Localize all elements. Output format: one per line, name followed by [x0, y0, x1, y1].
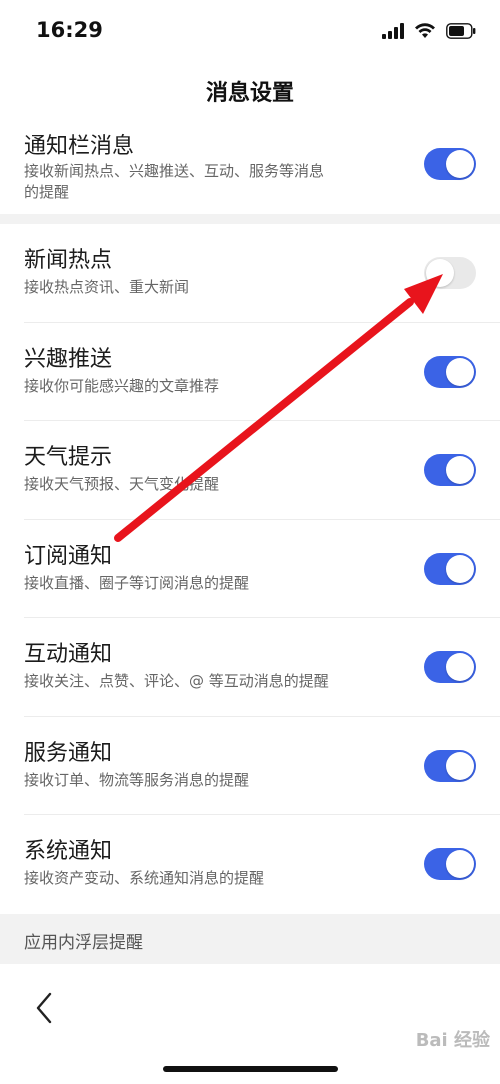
setting-desc: 接收热点资讯、重大新闻 — [24, 278, 190, 296]
setting-toggle[interactable] — [424, 749, 476, 782]
back-button[interactable] — [30, 988, 60, 1028]
setting-desc: 接收订单、物流等服务消息的提醒 — [24, 770, 250, 789]
setting-desc: 接收直播、圈子等订阅消息的提醒 — [24, 573, 250, 592]
section-gap — [0, 214, 500, 224]
battery-icon — [446, 23, 476, 39]
setting-row[interactable]: 新闻热点 接收热点资讯、重大新闻 — [0, 224, 500, 323]
home-indicator — [163, 1066, 338, 1072]
setting-desc: 的提醒 — [24, 183, 70, 201]
watermark: Bai 经验 — [415, 1030, 490, 1051]
setting-desc: 接收新闻热点、兴趣推送、互动、服务等消息 — [24, 162, 325, 180]
toggle-knob — [446, 554, 474, 583]
back-chevron-icon — [36, 992, 52, 1024]
section-header-label: 应用内浮层提醒 — [24, 932, 143, 953]
page-title: 消息设置 — [205, 81, 294, 106]
setting-title: 通知栏消息 — [24, 134, 135, 159]
settings-content: 通知栏消息 接收新闻热点、兴趣推送、互动、服务等消息 的提醒 新闻热点 接收热点… — [0, 116, 500, 964]
setting-toggle[interactable] — [424, 257, 476, 289]
setting-title: 新闻热点 — [24, 248, 113, 273]
status-bar: 16:29 — [0, 0, 500, 60]
toggle-knob — [446, 150, 474, 178]
setting-row[interactable]: 订阅通知 接收直播、圈子等订阅消息的提醒 — [0, 519, 500, 618]
section-header: 应用内浮层提醒 — [0, 913, 500, 964]
status-time: 16:29 — [36, 18, 103, 42]
bottom-bar: Bai 经验 — [0, 966, 500, 1084]
toggle-knob — [446, 357, 474, 386]
setting-title: 天气提示 — [24, 445, 113, 470]
setting-row[interactable]: 天气提示 接收天气预报、天气变化提醒 — [0, 421, 500, 520]
notification-bar-toggle[interactable] — [424, 148, 476, 180]
setting-title: 互动通知 — [24, 642, 113, 667]
setting-title: 兴趣推送 — [24, 346, 113, 372]
setting-desc: 接收天气预报、天气变化提醒 — [24, 475, 220, 493]
wifi-icon — [415, 23, 435, 38]
setting-toggle[interactable] — [424, 848, 476, 880]
settings-list: 新闻热点 接收热点资讯、重大新闻 兴趣推送 接收你可能感兴趣的文章推荐 天气提示… — [0, 224, 500, 914]
setting-toggle[interactable] — [424, 552, 476, 585]
setting-title: 订阅通知 — [24, 543, 113, 569]
toggle-knob — [446, 653, 474, 681]
setting-desc: 接收关注、点赞、评论、@ 等互动消息的提醒 — [24, 672, 329, 690]
setting-row[interactable]: 系统通知 接收资产变动、系统通知消息的提醒 — [0, 815, 500, 914]
setting-toggle[interactable] — [424, 651, 476, 683]
nav-bar: 消息设置 — [0, 60, 500, 116]
setting-desc: 接收资产变动、系统通知消息的提醒 — [24, 869, 265, 887]
setting-title: 服务通知 — [24, 740, 113, 766]
toggle-knob — [446, 850, 474, 878]
status-icons — [382, 20, 476, 42]
setting-title: 系统通知 — [24, 839, 113, 864]
setting-toggle[interactable] — [424, 355, 476, 388]
signal-icon — [382, 23, 404, 39]
toggle-knob — [446, 751, 474, 780]
toggle-knob — [446, 456, 474, 484]
setting-row[interactable]: 服务通知 接收订单、物流等服务消息的提醒 — [0, 716, 500, 815]
setting-desc: 接收你可能感兴趣的文章推荐 — [24, 376, 220, 395]
toggle-knob — [426, 259, 454, 287]
setting-toggle[interactable] — [424, 454, 476, 486]
setting-row[interactable]: 互动通知 接收关注、点赞、评论、@ 等互动消息的提醒 — [0, 618, 500, 717]
setting-row[interactable]: 兴趣推送 接收你可能感兴趣的文章推荐 — [0, 322, 500, 421]
setting-row-notification-bar[interactable]: 通知栏消息 接收新闻热点、兴趣推送、互动、服务等消息 的提醒 — [0, 116, 500, 214]
